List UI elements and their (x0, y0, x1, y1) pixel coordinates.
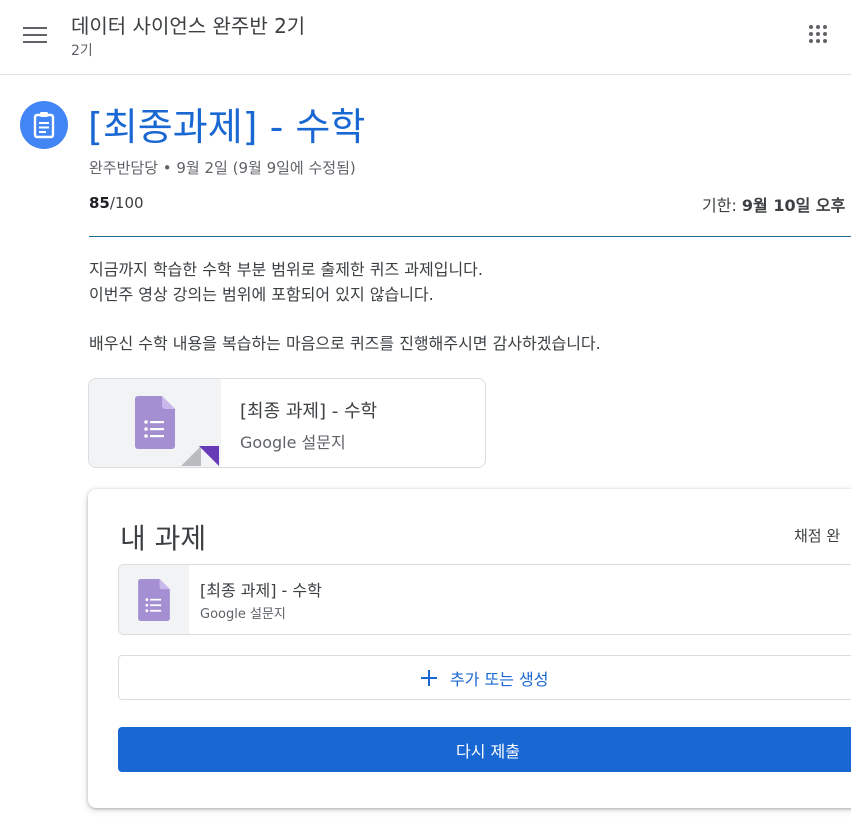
description-line (89, 307, 601, 332)
due-date: 기한: 9월 10일 오후 (702, 192, 845, 216)
header-divider (89, 236, 851, 237)
add-or-create-label: 추가 또는 생성 (450, 670, 549, 689)
grade-score: 85 (89, 194, 110, 212)
google-forms-icon (138, 579, 170, 621)
submitted-file-title: [최종 과제] - 수학 (200, 581, 322, 600)
due-prefix: 기한: (702, 196, 742, 215)
submitted-file-thumbnail (119, 565, 189, 634)
attachment-thumbnail (89, 379, 221, 467)
plus-icon (421, 670, 437, 686)
my-work-card: 내 과제 채점 완 [최종 과제] - 수학 Google 설문지 추가 또는 … (88, 489, 851, 808)
attachment-card[interactable]: [최종 과제] - 수학 Google 설문지 (88, 378, 486, 468)
google-apps-icon[interactable] (809, 25, 829, 45)
grade-total: /100 (109, 194, 144, 212)
submitted-file[interactable]: [최종 과제] - 수학 Google 설문지 (118, 564, 851, 635)
description-line: 이번주 영상 강의는 범위에 포함되어 있지 않습니다. (89, 284, 434, 304)
forms-corner-badge (199, 446, 219, 466)
attachment-type: Google 설문지 (240, 433, 346, 452)
assignment-title: [최종과제] - 수학 (88, 105, 366, 149)
attachment-title: [최종 과제] - 수학 (240, 401, 378, 422)
assignment-meta: 완주반담당 • 9월 2일 (9월 9일에 수정됨) (89, 159, 356, 177)
hamburger-menu-icon[interactable] (23, 27, 47, 45)
course-subtitle: 2기 (71, 43, 93, 59)
work-status: 채점 완 (794, 527, 841, 545)
add-or-create-button[interactable]: 추가 또는 생성 (118, 655, 851, 700)
google-forms-icon (135, 396, 175, 449)
assignment-description: 지금까지 학습한 수학 부분 범위로 출제한 퀴즈 과제입니다. 이번주 영상 … (89, 258, 601, 356)
description-line: 지금까지 학습한 수학 부분 범위로 출제한 퀴즈 과제입니다. (89, 260, 483, 279)
resubmit-label: 다시 제출 (456, 742, 520, 761)
description-line: 배우신 수학 내용을 복습하는 마음으로 퀴즈를 진행해주시면 감사하겠습니다. (89, 333, 601, 353)
my-work-title: 내 과제 (120, 522, 207, 555)
thumbnail-corner-fold (181, 446, 201, 466)
top-bar: 데이터 사이언스 완주반 2기 2기 (0, 0, 851, 75)
grade: 85/100 (89, 194, 144, 212)
course-title[interactable]: 데이터 사이언스 완주반 2기 (71, 10, 305, 39)
due-value: 9월 10일 오후 (741, 196, 846, 215)
assignment-icon (20, 101, 68, 149)
submitted-file-type: Google 설문지 (200, 607, 286, 622)
resubmit-button[interactable]: 다시 제출 (118, 727, 851, 772)
